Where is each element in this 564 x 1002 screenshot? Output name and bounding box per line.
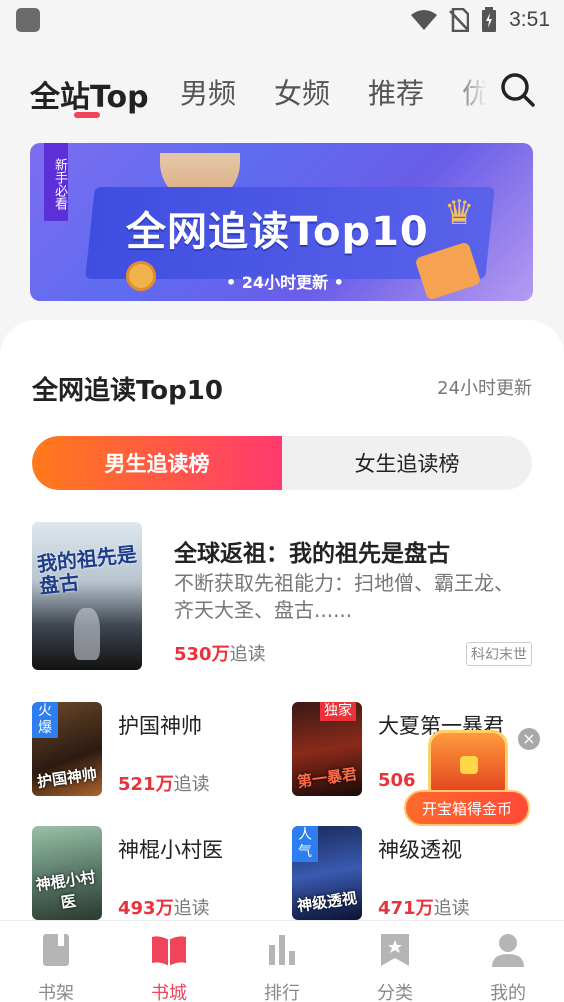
crown-icon: ♛ [444,193,475,233]
female-ranking-tab[interactable]: 女生追读榜 [282,436,532,490]
cover-title: 神棍小村医 [34,868,97,912]
cover-title: 神级透视 [296,888,359,916]
book-read-count: 471万追读 [378,894,470,920]
status-icons: 3:51 [411,6,550,34]
gender-switch: 男生追读榜 女生追读榜 [32,436,532,490]
nav-label: 分类 [377,983,413,1002]
tab-male[interactable]: 男频 [180,72,236,112]
open-treasure-button[interactable]: 开宝箱得金币 [404,790,530,826]
banner-title: 全网追读Top10 [126,209,429,255]
no-sim-icon [449,8,470,32]
ranking-panel: 全网追读Top10 24小时更新 男生追读榜 女生追读榜 我的祖先是盘古 全球返… [0,320,564,940]
list-item[interactable]: 神棍小村医 神棍小村医 493万追读 [32,826,272,922]
bookshelf-icon [43,934,69,966]
read-count-number: 493万 [118,898,174,919]
banner[interactable]: 全网追读Top10 • 24小时更新 • ♛ [30,143,533,301]
section-subtitle: 24小时更新 [437,378,532,399]
book-cover: 护国神帅 火爆 [32,702,102,796]
wifi-icon [411,10,438,30]
tab-fade [452,70,502,114]
tab-all-top[interactable]: 全站Top [30,72,149,116]
banner-subtitle: • 24小时更新 • [226,273,344,292]
nav-category[interactable]: 分类 [355,931,435,1002]
banner-tag: 新手必看 [44,143,68,221]
cover-title: 护国神帅 [36,764,99,792]
status-time: 3:51 [509,8,550,31]
book-badge: 火爆 [32,702,58,738]
book-description: 不断获取先祖能力：扫地僧、霸王龙、齐天大圣、盘古...... [174,571,514,622]
book-cover: 我的祖先是盘古 [32,522,142,670]
book-badge: 独家 [320,702,356,721]
book-title: 全球返祖：我的祖先是盘古 [174,541,450,567]
tab-female[interactable]: 女频 [274,72,330,112]
read-count-suffix: 追读 [173,898,210,919]
book-read-count: 493万追读 [118,894,210,920]
app-notification-icon [16,8,40,32]
status-bar: 3:51 [0,0,564,40]
list-item[interactable]: 神级透视 人气 神级透视 471万追读 [292,826,532,922]
read-count-number: 530万 [174,644,230,665]
section-title: 全网追读Top10 [32,376,223,406]
book-read-count: 521万追读 [118,770,210,796]
book-badge: 人气 [292,826,318,862]
category-tag: 科幻末世 [466,642,532,666]
close-icon[interactable]: × [518,728,540,750]
nav-bookshelf[interactable]: 书架 [16,931,96,1002]
tab-recommend[interactable]: 推荐 [368,72,424,112]
cover-title: 第一暴君 [296,764,359,792]
nav-label: 我的 [490,983,526,1002]
top-book-item[interactable]: 我的祖先是盘古 全球返祖：我的祖先是盘古 不断获取先祖能力：扫地僧、霸王龙、齐天… [32,522,532,672]
book-title: 神棍小村医 [118,838,223,862]
read-count-suffix: 追读 [433,898,470,919]
coin-icon [126,261,156,291]
nav-label: 排行 [264,983,300,1002]
search-icon[interactable] [498,70,538,110]
nav-profile[interactable]: 我的 [468,931,548,1002]
profile-icon [492,934,524,967]
active-tab-indicator [74,112,100,118]
book-title: 护国神帅 [118,714,202,738]
bottom-nav: 书架 书城 排行 分类 我的 [0,920,564,1002]
read-count-suffix: 追读 [229,644,266,665]
book-read-count: 530万追读 [174,640,266,666]
ranking-icon [269,935,295,965]
treasure-chest-widget[interactable]: 开宝箱得金币 × [404,728,544,838]
book-title: 神级透视 [378,838,462,862]
nav-ranking[interactable]: 排行 [242,931,322,1002]
bookstore-icon [152,936,186,966]
read-count-number: 471万 [378,898,434,919]
read-count-suffix: 追读 [173,774,210,795]
book-cover: 神级透视 人气 [292,826,362,920]
nav-label: 书城 [151,983,187,1002]
cover-figure [74,608,100,660]
category-icon [381,934,409,966]
cover-title: 我的祖先是盘古 [35,541,138,599]
nav-label: 书架 [38,983,74,1002]
book-cover: 神棍小村医 [32,826,102,920]
male-ranking-tab[interactable]: 男生追读榜 [32,436,282,490]
nav-bookstore[interactable]: 书城 [129,931,209,1002]
battery-icon [482,7,497,32]
list-item[interactable]: 护国神帅 火爆 护国神帅 521万追读 [32,702,272,798]
chest-lock-icon [460,756,478,774]
read-count-number: 521万 [118,774,174,795]
book-cover: 第一暴君 独家 [292,702,362,796]
